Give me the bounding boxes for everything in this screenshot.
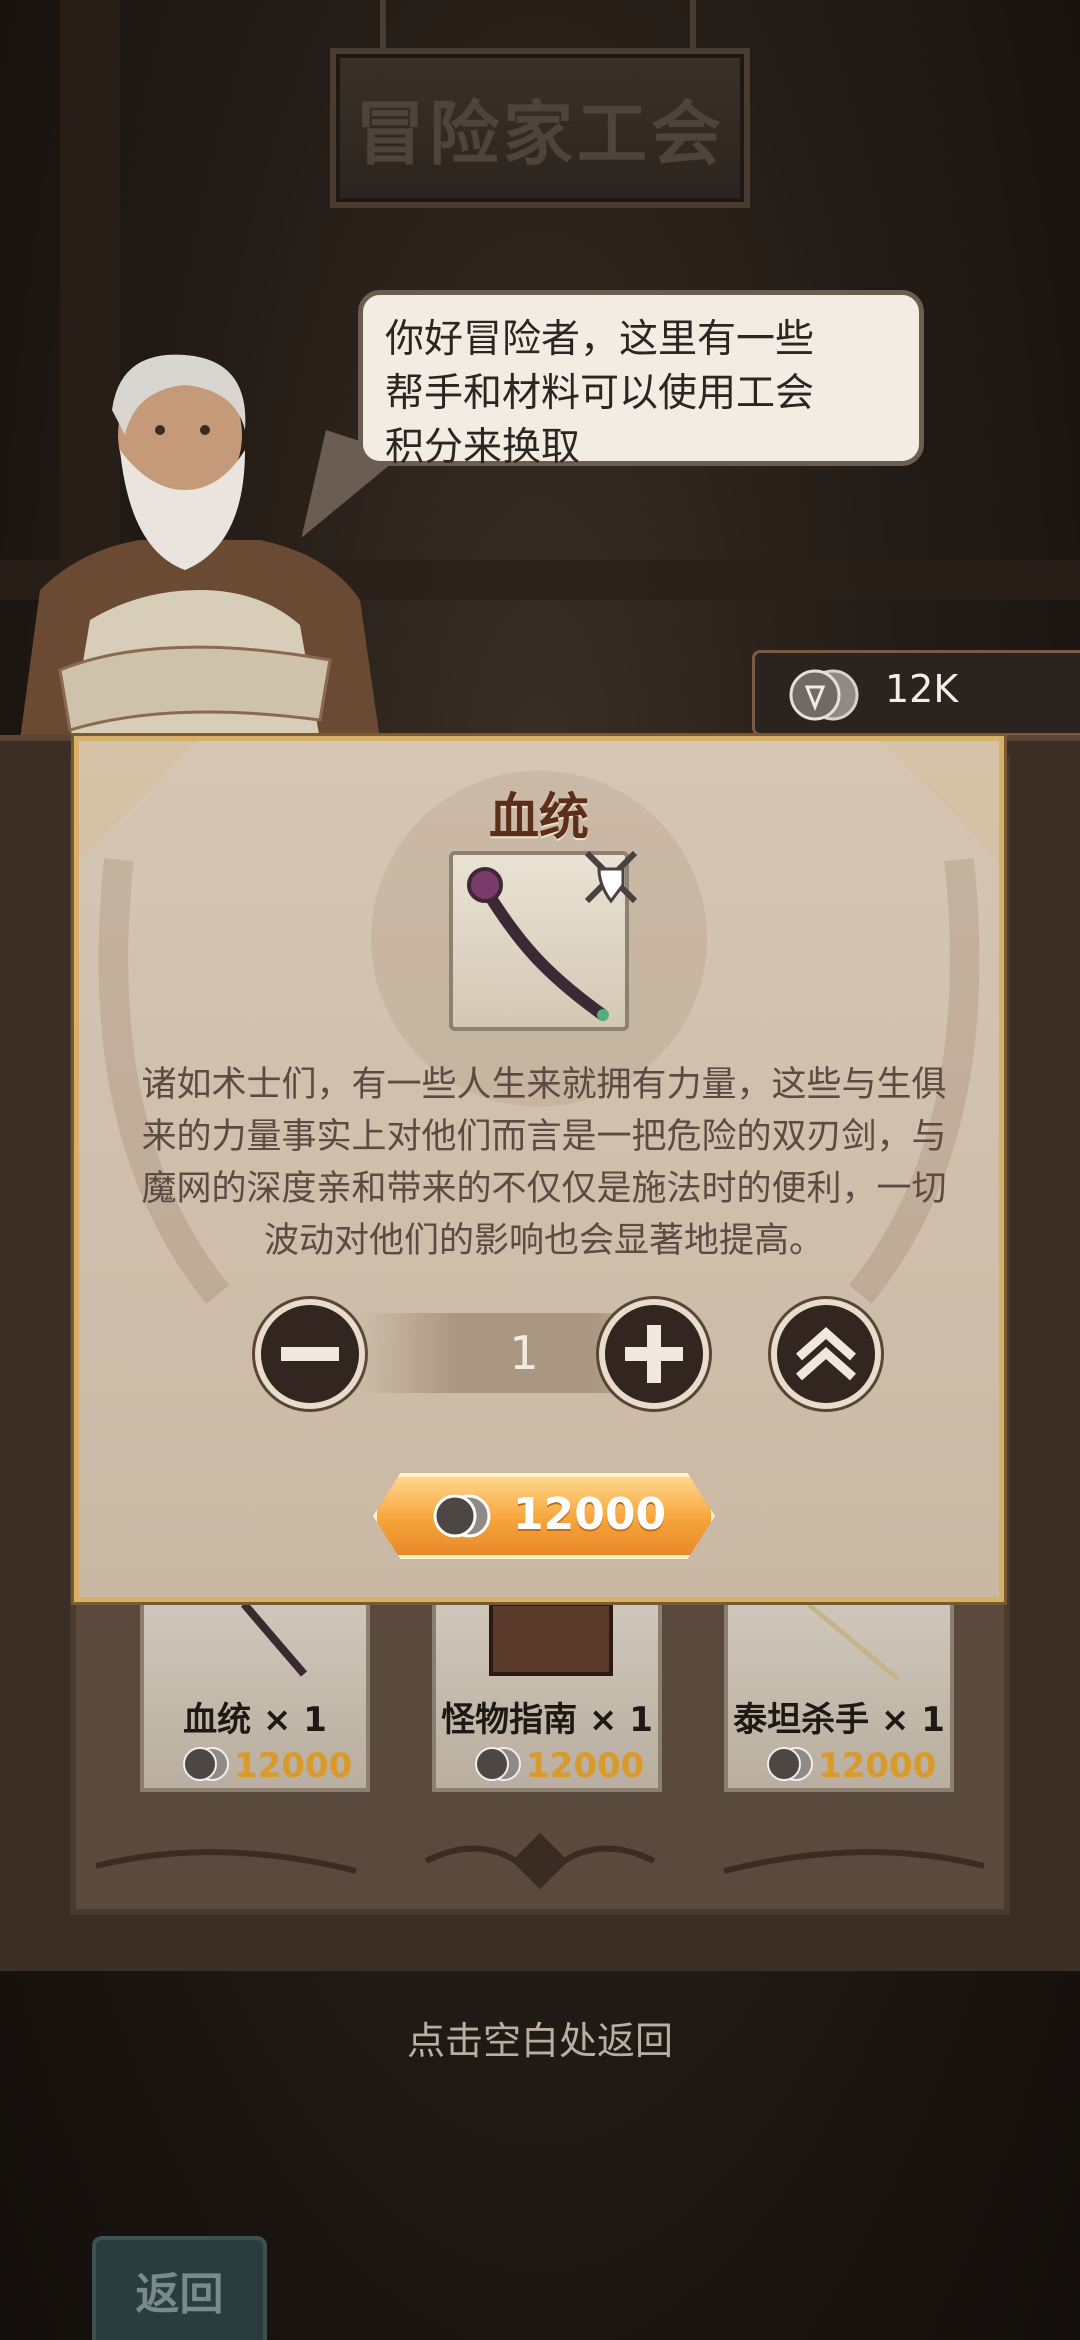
increase-quantity-button[interactable] [599, 1299, 709, 1409]
book-icon [489, 1604, 613, 1676]
max-quantity-button[interactable] [771, 1299, 881, 1409]
crossed-swords-shield-icon [584, 850, 638, 904]
guild-coin-icon [767, 1747, 813, 1781]
back-button[interactable]: 返回 [92, 2236, 267, 2340]
item-title: 血统 [489, 788, 589, 846]
shop-item-price: 12000 [526, 1746, 645, 1786]
dismiss-hint[interactable]: 点击空白处返回 [0, 2010, 1080, 2065]
purchase-price: 12000 [513, 1489, 667, 1540]
guild-sign: 冒险家工会 [330, 48, 750, 208]
purchase-button[interactable]: 12000 [373, 1473, 715, 1559]
shop-item-price: 12000 [818, 1746, 937, 1786]
guild-sign-title: 冒险家工会 [355, 91, 725, 175]
minus-icon [281, 1347, 339, 1361]
guild-coin-icon [183, 1747, 229, 1781]
shop-item-card[interactable]: 泰坦杀手 × 1 12000 [724, 1600, 954, 1792]
double-chevron-up-icon [796, 1326, 856, 1381]
npc-speech-bubble: 你好冒险者，这里有一些 帮手和材料可以使用工会 积分来换取 [358, 290, 924, 470]
spear-icon [808, 1604, 900, 1681]
guild-coin-icon [789, 669, 859, 721]
plus-icon [625, 1325, 683, 1383]
item-description: 诸如术士们，有一些人生来就拥有力量，这些与生俱来的力量事实上对他们而言是一把危险… [141, 1065, 947, 1261]
shop-item-card[interactable]: 怪物指南 × 1 12000 [432, 1600, 662, 1792]
shop-item-name: 怪物指南 × 1 [441, 1700, 653, 1740]
currency-display: 12K [752, 650, 1080, 736]
dialogue-line: 帮手和材料可以使用工会 [385, 371, 815, 416]
currency-amount: 12K [885, 667, 959, 711]
dialogue-line: 积分来换取 [385, 425, 581, 470]
decrease-quantity-button[interactable] [255, 1299, 365, 1409]
dialogue-line: 你好冒险者，这里有一些 [385, 317, 815, 362]
guild-coin-icon [433, 1494, 491, 1538]
shop-item-price: 12000 [234, 1746, 353, 1786]
shop-item-card[interactable]: 血统 × 1 12000 [140, 1600, 370, 1792]
staff-icon [240, 1604, 308, 1677]
shop-item-name: 血统 × 1 [183, 1700, 327, 1740]
guild-coin-icon [475, 1747, 521, 1781]
item-detail-modal: 血统 诸如术士们，有一些人生来就拥有力量，这些与生俱来的力量事实上对他们而言是一… [74, 736, 1004, 1602]
shop-item-name: 泰坦杀手 × 1 [733, 1700, 945, 1740]
ornament-divider [96, 1832, 984, 1890]
